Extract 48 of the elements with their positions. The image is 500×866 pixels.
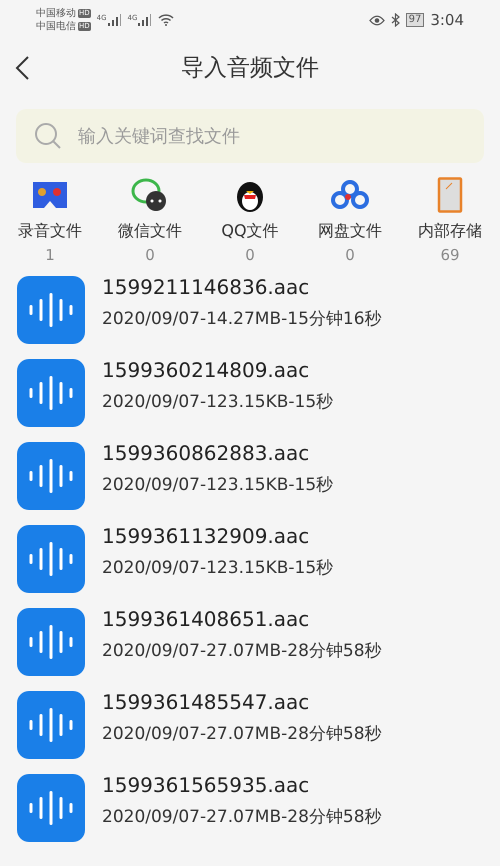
clock: 3:04 — [430, 11, 464, 29]
file-name[interactable]: 1599360214809.aac — [102, 358, 334, 382]
file-info: 2020/09/07-123.15KB-15秒 — [102, 474, 334, 496]
search-field[interactable]: 输入关键词查找文件 — [16, 109, 484, 163]
file-info: 2020/09/07-27.07MB-28分钟58秒 — [102, 640, 382, 662]
audio-file-icon[interactable] — [17, 442, 85, 510]
file-info: 2020/09/07-27.07MB-28分钟58秒 — [102, 723, 382, 745]
eye-icon — [368, 14, 385, 26]
audio-file-icon[interactable] — [17, 276, 85, 344]
file-name[interactable]: 1599361565935.aac — [102, 773, 382, 797]
file-name[interactable]: 1599211146836.aac — [102, 275, 382, 299]
audio-file-icon[interactable] — [17, 524, 85, 592]
audio-file-icon[interactable] — [17, 608, 85, 676]
cloud-icon — [331, 179, 369, 211]
file-name[interactable]: 1599361132909.aac — [102, 524, 334, 548]
back-icon[interactable] — [14, 55, 30, 81]
phone-icon — [437, 177, 463, 213]
category-label[interactable]: 内部存储 — [418, 221, 482, 242]
file-info: 2020/09/07-14.27MB-15分钟16秒 — [102, 308, 382, 330]
battery-level: 97 — [406, 13, 424, 27]
category-label[interactable]: 微信文件 — [118, 221, 182, 242]
category-count: 0 — [345, 246, 355, 264]
chat-bubbles-icon — [131, 178, 169, 212]
file-info: 2020/09/07-27.07MB-28分钟58秒 — [102, 806, 382, 828]
file-name[interactable]: 1599361408651.aac — [102, 607, 382, 631]
carrier-name: 中国电信 — [36, 20, 76, 32]
search-icon — [34, 122, 62, 150]
category-count: 0 — [145, 246, 155, 264]
category-label[interactable]: QQ文件 — [221, 221, 279, 242]
file-name[interactable]: 1599360862883.aac — [102, 441, 334, 465]
audio-file-icon[interactable] — [17, 358, 85, 426]
category-count: 0 — [245, 246, 255, 264]
audio-file-icon[interactable] — [17, 774, 85, 842]
category-label[interactable]: 录音文件 — [18, 221, 82, 242]
file-info: 2020/09/07-123.15KB-15秒 — [102, 391, 334, 413]
recorder-icon — [32, 180, 68, 210]
wifi-icon — [158, 14, 174, 26]
audio-file-icon[interactable] — [17, 690, 85, 758]
category-count: 69 — [440, 246, 460, 264]
page-title: 导入音频文件 — [181, 54, 319, 83]
carrier-name: 中国移动 — [36, 8, 76, 20]
signal-icon — [138, 14, 152, 26]
category-count: 1 — [45, 246, 55, 264]
signal-icon — [108, 14, 122, 26]
file-name[interactable]: 1599361485547.aac — [102, 690, 382, 714]
file-info: 2020/09/07-123.15KB-15秒 — [102, 557, 334, 579]
bluetooth-icon — [390, 13, 400, 27]
category-label[interactable]: 网盘文件 — [318, 221, 382, 242]
